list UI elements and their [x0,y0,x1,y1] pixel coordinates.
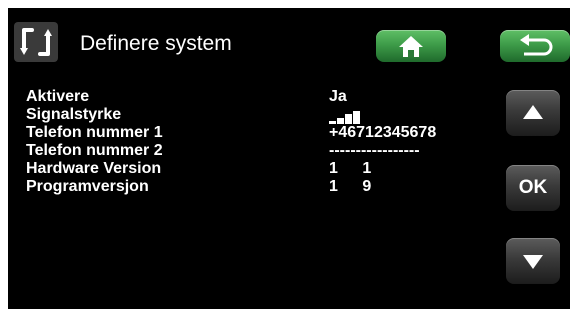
home-icon [399,36,423,57]
row-value: 1 9 [329,178,372,195]
arrow-up-icon [523,105,543,119]
signal-strength-icon [329,107,379,124]
list-item-signalstyrke[interactable]: Signalstyrke [26,106,496,124]
display-screen: Definere system Aktivere Ja Signalstyrke… [8,8,570,309]
refresh-arrows-icon [14,22,58,62]
row-label: Hardware Version [26,160,162,177]
home-button[interactable] [376,30,446,62]
ok-label: OK [518,177,548,198]
back-arrow-icon [520,34,553,56]
arrow-down-icon [523,255,543,269]
scroll-down-button[interactable] [506,238,560,284]
list-item-telefon-nummer-2[interactable]: Telefon nummer 2 ----------------- [26,142,496,160]
scroll-up-button[interactable] [506,90,560,136]
list-item-telefon-nummer-1[interactable]: Telefon nummer 1 +46712345678 [26,124,496,142]
row-label: Telefon nummer 2 [26,142,163,159]
signal-bar [345,114,352,124]
ok-button[interactable]: OK [506,165,560,211]
page-title: Definere system [80,32,232,55]
row-label: Programversjon [26,178,149,195]
row-value: Ja [329,88,347,105]
signal-bar [353,110,360,124]
list-item-programversjon[interactable]: Programversjon 1 9 [26,178,496,196]
row-value: +46712345678 [329,124,437,141]
row-value: 1 1 [329,160,372,177]
row-value: ----------------- [329,142,420,159]
row-label: Telefon nummer 1 [26,124,163,141]
list-item-hardware-version[interactable]: Hardware Version 1 1 [26,160,496,178]
row-label: Aktivere [26,88,90,105]
list-item-aktivere[interactable]: Aktivere Ja [26,88,496,106]
back-button[interactable] [500,30,570,62]
row-label: Signalstyrke [26,106,122,123]
header: Definere system [8,8,570,76]
